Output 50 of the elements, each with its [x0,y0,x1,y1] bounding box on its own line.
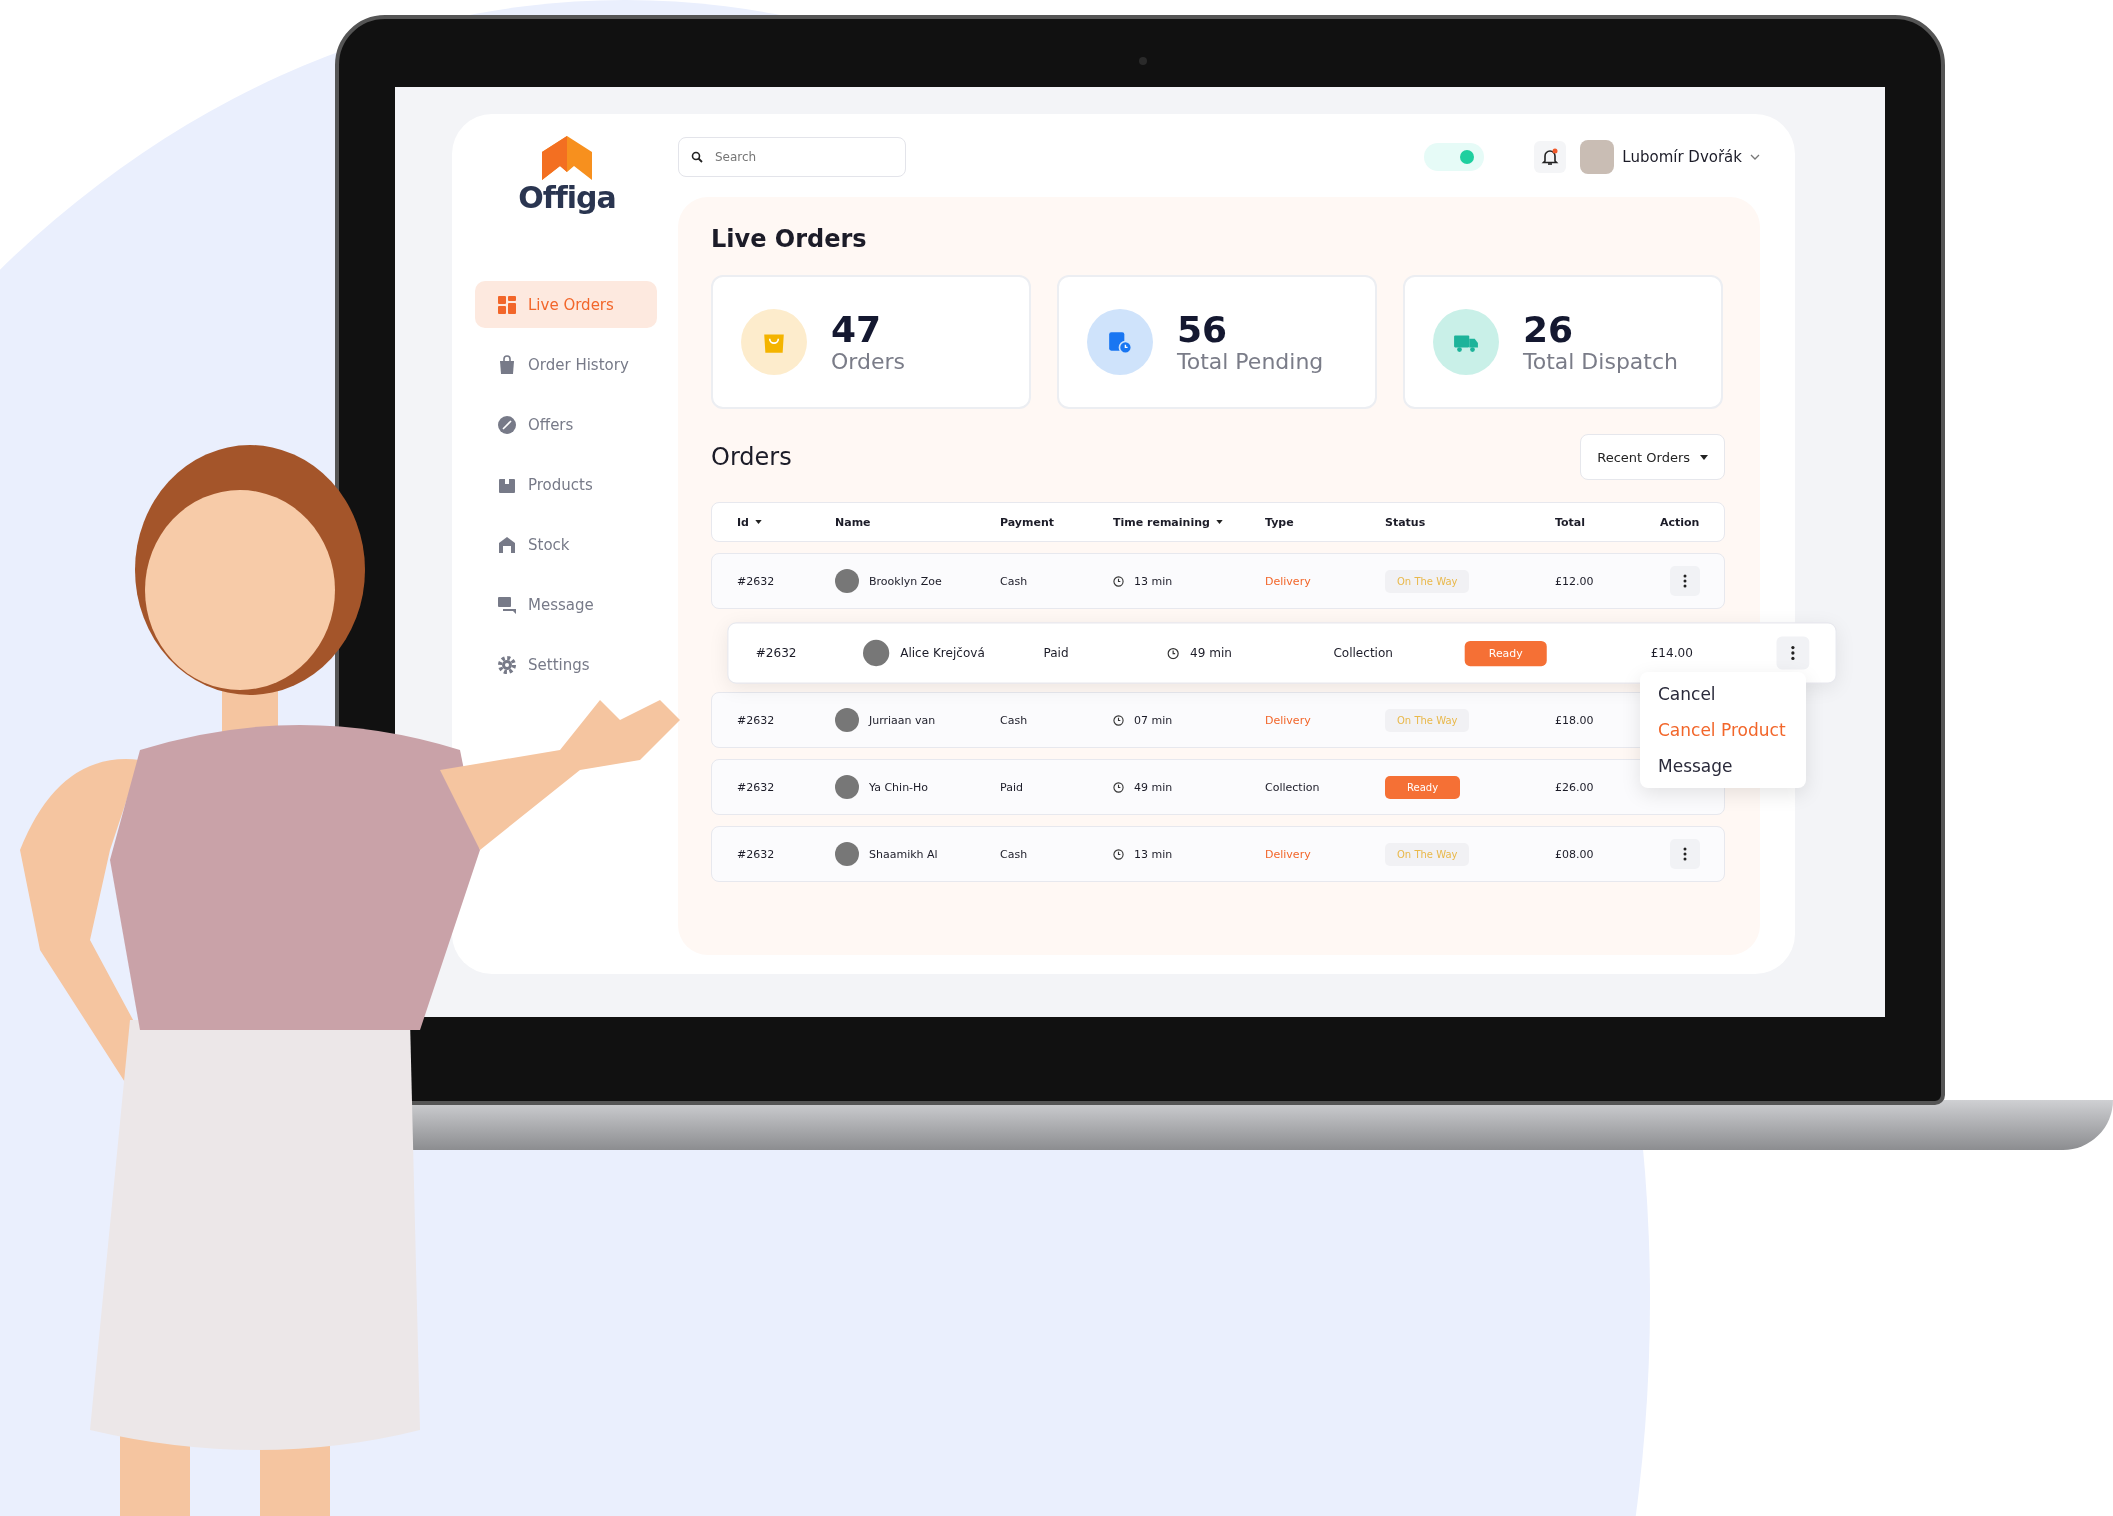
table-cell: 49 min [1134,780,1173,794]
table-cell: Ya Chin-Ho [869,780,929,794]
table-cell-text: #2632 [755,645,798,661]
stat-label: Total Dispatch [1523,349,1678,375]
table-cell-text: #2632 [737,847,776,861]
logo-text: Offiga [518,180,616,215]
stat-label: Orders [831,349,905,375]
stat-value: 56 [1177,309,1229,350]
column-header: Payment [1000,515,1056,529]
section-title: Orders [711,443,792,471]
table-cell-text: #2632 [737,574,776,588]
table-cell-text: Cash [1000,713,1029,727]
table-cell: 13 min [1134,847,1173,861]
table-cell-text: #2632 [737,780,776,794]
page-title: Live Orders [711,225,868,253]
table-cell: 07 min [1134,713,1173,727]
table-cell-text: £12.00 [1555,574,1595,588]
column-header: Total [1555,515,1587,529]
stat-value: 47 [831,309,883,350]
table-cell-text: Collection [1265,780,1321,794]
status-badge: On The Way [1385,708,1470,732]
table-cell-text: Collection [1333,645,1394,661]
status-badge: On The Way [1385,569,1470,593]
status-badge: Ready [1385,775,1461,799]
table-cell-text: #2632 [737,713,776,727]
status-badge: On The Way [1385,842,1470,866]
table-cell: Alice Krejčová [900,645,985,661]
column-header: Status [1385,515,1427,529]
table-cell-text: Paid [1000,780,1024,794]
table-cell: 13 min [1134,574,1173,588]
status-badge: Ready [1464,640,1547,666]
column-header: Name [835,515,872,529]
table-cell: Jurriaan van [869,713,936,727]
table-cell-text: £08.00 [1555,847,1595,861]
table-cell: Shaamikh Al [869,847,938,861]
table-cell-text: Delivery [1265,847,1312,861]
column-header: Type [1265,515,1295,529]
stat-label: Total Pending [1177,349,1324,375]
table-cell: Brooklyn Zoe [869,574,942,588]
column-header: Action [1660,515,1701,529]
stat-value: 26 [1523,309,1575,350]
table-cell-text: £14.00 [1650,645,1694,661]
table-cell-text: Cash [1000,847,1029,861]
table-cell-text: Delivery [1265,713,1312,727]
table-cell: 49 min [1190,645,1232,661]
table-cell-text: £18.00 [1555,713,1595,727]
table-cell-text: £26.00 [1555,780,1595,794]
table-cell-text: Cash [1000,574,1029,588]
table-cell-text: Delivery [1265,574,1312,588]
table-cell-text: Paid [1043,645,1070,661]
